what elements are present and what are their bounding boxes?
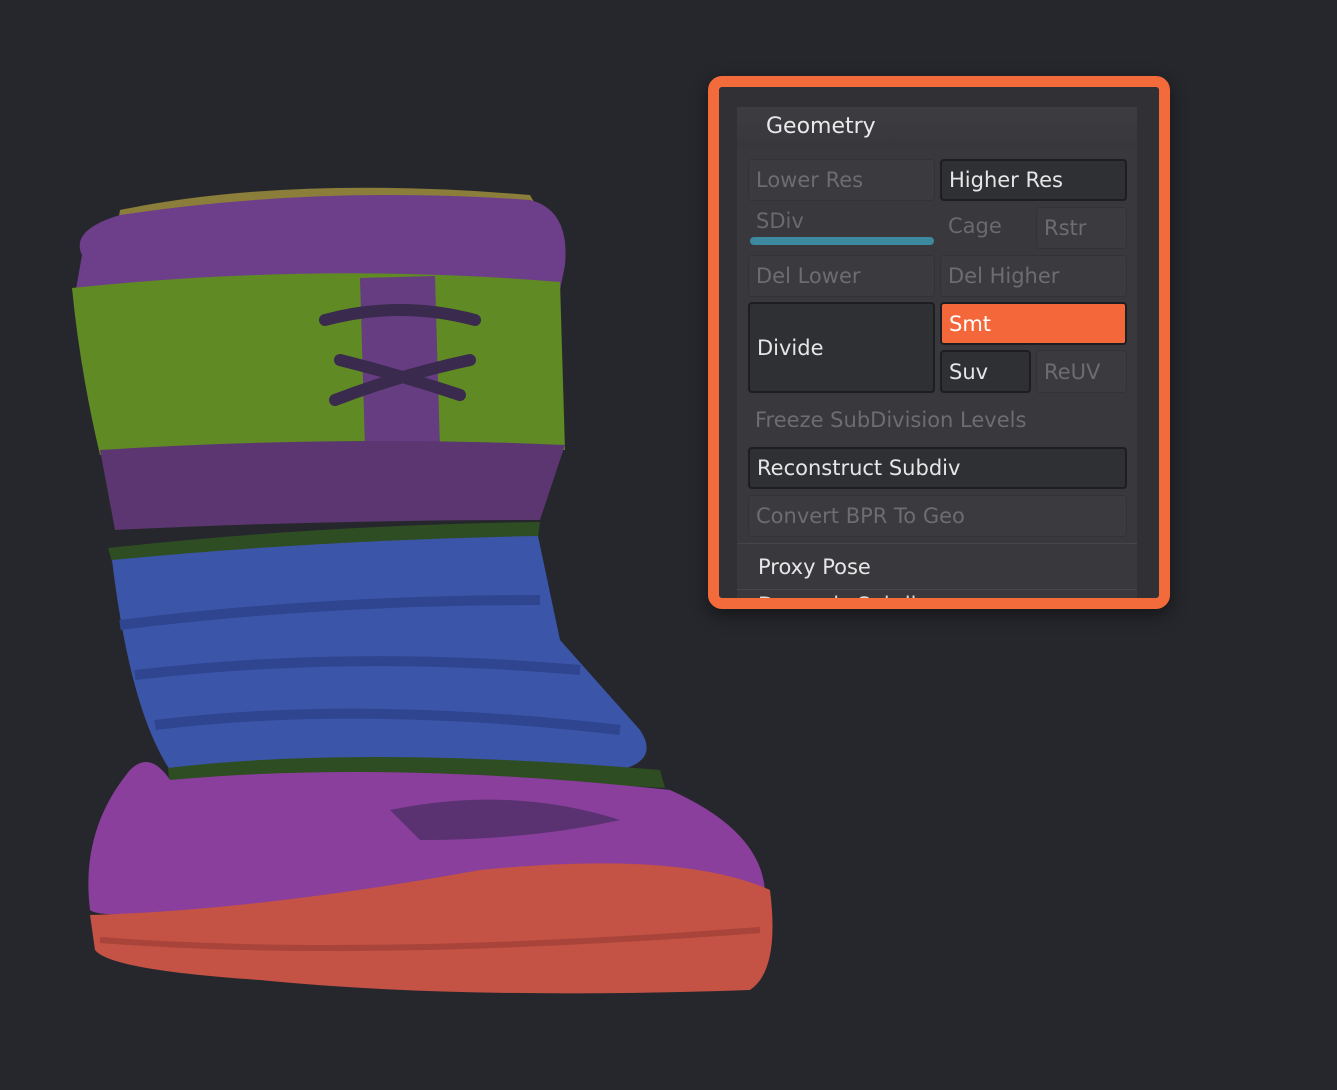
geometry-panel: Geometry Lower Res Higher Res SDiv Cage …: [737, 107, 1137, 598]
boot-3d-model: [72, 187, 773, 994]
reconstruct-subdiv-button[interactable]: Reconstruct Subdiv: [748, 447, 1127, 489]
sdiv-slider[interactable]: [750, 237, 934, 245]
cage-button[interactable]: Cage: [948, 214, 1002, 238]
smt-toggle[interactable]: Smt: [940, 302, 1127, 345]
geometry-header[interactable]: Geometry: [737, 107, 1137, 147]
suv-toggle[interactable]: Suv: [940, 350, 1031, 393]
convert-bpr-button[interactable]: Convert BPR To Geo: [748, 495, 1127, 537]
higher-res-button[interactable]: Higher Res: [940, 159, 1127, 201]
highlight-frame: Geometry Lower Res Higher Res SDiv Cage …: [708, 76, 1170, 609]
del-higher-button[interactable]: Del Higher: [940, 255, 1127, 297]
next-section-header[interactable]: Dynamic Subdiv: [737, 589, 1137, 598]
divide-button[interactable]: Divide: [748, 302, 935, 393]
proxy-pose-header[interactable]: Proxy Pose: [737, 543, 1137, 589]
reuv-button[interactable]: ReUV: [1036, 350, 1127, 393]
lower-res-button[interactable]: Lower Res: [748, 159, 935, 201]
freeze-subdivision-button[interactable]: Freeze SubDivision Levels: [748, 399, 1127, 441]
del-lower-button[interactable]: Del Lower: [748, 255, 935, 297]
rstr-button[interactable]: Rstr: [1036, 207, 1127, 249]
sdiv-label: SDiv: [756, 209, 804, 233]
